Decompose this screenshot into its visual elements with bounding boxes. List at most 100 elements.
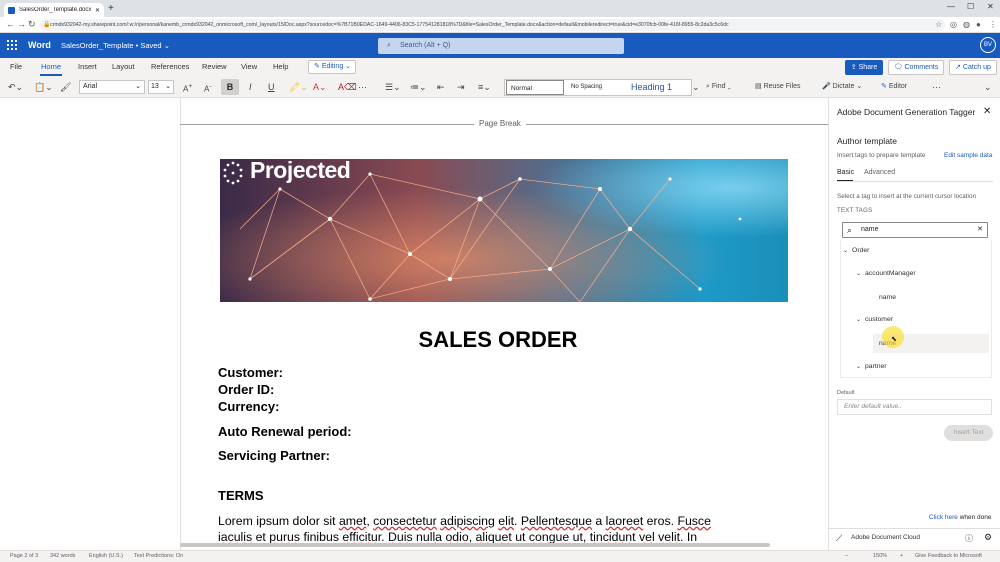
shrink-font-icon[interactable]: A-	[204, 80, 212, 94]
feedback-link[interactable]: Give Feedback to Microsoft	[915, 553, 982, 559]
chevron-down-icon: ⌄	[135, 83, 141, 90]
align-icon[interactable]: ≡⌄	[478, 80, 491, 94]
when-done-text: when done	[957, 514, 992, 521]
document-title: SALES ORDER	[418, 327, 578, 352]
underline-button[interactable]: U	[268, 80, 275, 94]
url-field[interactable]: 🔒 crmdx932042-my.sharepoint.com/:w:/r/pe…	[40, 19, 945, 31]
misspelled-word: aliquet	[475, 530, 512, 544]
more-options-icon[interactable]: ···	[932, 80, 941, 94]
bold-button[interactable]: B	[221, 79, 239, 95]
tree-node-partner[interactable]: ⌄ partner	[856, 363, 887, 370]
font-size-select[interactable]: 13 ⌄	[148, 80, 174, 94]
font-name-select[interactable]: Arial ⌄	[79, 80, 145, 94]
close-tab-icon[interactable]: ✕	[95, 7, 100, 14]
close-icon[interactable]: ✕	[983, 106, 991, 117]
style-heading-1[interactable]: Heading 1	[631, 80, 691, 95]
close-window-icon[interactable]: ✕	[987, 2, 994, 11]
text-predictions[interactable]: Text Predictions: On	[134, 553, 183, 559]
minimize-icon[interactable]: —	[947, 2, 955, 11]
profile-icon[interactable]: ●	[976, 20, 981, 29]
new-tab-button[interactable]: +	[108, 3, 114, 15]
tab-insert[interactable]: Insert	[78, 62, 97, 71]
comments-button[interactable]: 🗨 Comments	[888, 60, 944, 75]
document-name[interactable]: SalesOrder_Template • Saved ⌄	[61, 41, 170, 50]
tree-node-customer[interactable]: ⌄ customer	[856, 316, 893, 323]
avatar[interactable]: BV	[980, 37, 996, 53]
word-count[interactable]: 342 words	[50, 553, 75, 559]
zoom-out-icon[interactable]: −	[845, 553, 848, 559]
default-value-input[interactable]: Enter default value..	[837, 399, 992, 415]
tag-tree	[840, 240, 992, 378]
styles-gallery: Normal No Spacing Heading 1	[504, 79, 692, 96]
dictate-button[interactable]: 🎤 Dictate ⌄	[822, 80, 862, 94]
tree-node-account-manager[interactable]: ⌄ accountManager	[856, 270, 916, 277]
search-box[interactable]: ⌕ Search (Alt + Q)	[378, 38, 624, 54]
tree-node-label: accountManager	[865, 270, 916, 277]
chevron-down-icon[interactable]: ⌄	[984, 80, 992, 94]
editor-button[interactable]: ✎ Editor	[881, 80, 907, 94]
increase-indent-icon[interactable]: ⇥	[457, 80, 465, 94]
italic-button[interactable]: I	[249, 80, 252, 94]
zoom-in-icon[interactable]: +	[900, 553, 903, 559]
page-count[interactable]: Page 2 of 3	[10, 553, 38, 559]
mouse-pointer-icon: ⬉	[891, 336, 897, 343]
tab-basic[interactable]: Basic	[837, 169, 854, 176]
decrease-indent-icon[interactable]: ⇤	[437, 80, 445, 94]
highlight-icon[interactable]: 🖍⌄	[289, 80, 308, 94]
tab-file[interactable]: File	[10, 62, 22, 71]
clear-search-icon[interactable]: ✕	[977, 223, 983, 237]
more-icon[interactable]: ···	[358, 80, 367, 94]
tab-home[interactable]: Home	[41, 62, 61, 71]
back-icon[interactable]: ←	[6, 19, 15, 29]
clear-formatting-icon[interactable]: A⌫	[338, 80, 357, 94]
tag-search-input[interactable]: ⌕ name ✕	[842, 222, 988, 238]
gear-icon[interactable]: ⚙	[984, 532, 992, 543]
menu-icon[interactable]: ⋮	[989, 20, 997, 29]
catch-up-button[interactable]: ↗ Catch up	[949, 60, 997, 75]
grow-font-icon[interactable]: A+	[183, 80, 192, 94]
extension-icon[interactable]: ◎	[950, 20, 957, 29]
tab-references[interactable]: References	[151, 62, 189, 71]
tree-leaf-account-manager-name[interactable]: name	[879, 294, 896, 301]
word-favicon-icon	[8, 6, 15, 14]
reload-icon[interactable]: ↻	[28, 19, 36, 30]
maximize-icon[interactable]: ☐	[967, 2, 974, 11]
tab-view[interactable]: View	[241, 62, 257, 71]
chevron-down-icon: ⌄	[856, 317, 862, 323]
tab-review[interactable]: Review	[202, 62, 227, 71]
tree-node-order[interactable]: ⌄ Order	[843, 247, 869, 254]
share-button[interactable]: ⇪ Share	[845, 60, 883, 75]
zoom-level[interactable]: 150%	[873, 553, 887, 559]
format-painter-icon[interactable]: 🖌	[60, 80, 71, 94]
numbering-icon[interactable]: ≔⌄	[410, 80, 427, 94]
style-normal[interactable]: Normal	[506, 80, 564, 95]
horizontal-scrollbar[interactable]	[180, 543, 770, 547]
find-button[interactable]: ⌕ Find ⌄	[706, 80, 731, 94]
styles-expand-icon[interactable]: ⌄	[692, 80, 700, 94]
star-icon[interactable]: ☆	[935, 20, 942, 29]
app-launcher-icon[interactable]	[7, 40, 17, 50]
edit-sample-data-link[interactable]: Edit sample data	[944, 152, 992, 159]
font-color-icon[interactable]: A⌄	[313, 80, 327, 94]
misspelled-word: efficitur	[342, 530, 382, 544]
forward-icon[interactable]: →	[17, 19, 26, 29]
click-here-link[interactable]: Click here	[929, 514, 958, 521]
chevron-down-icon: ⌄	[856, 364, 862, 370]
bullets-icon[interactable]: ☰⌄	[385, 80, 401, 94]
language[interactable]: English (U.S.)	[89, 553, 123, 559]
paste-icon[interactable]: 📋⌄	[34, 80, 53, 94]
chevron-down-icon: ⌄	[843, 248, 849, 254]
browser-tab[interactable]: SalesOrder_Template.docx ✕	[4, 3, 104, 17]
tab-layout[interactable]: Layout	[112, 62, 135, 71]
editing-label: Editing	[321, 63, 344, 70]
style-no-spacing[interactable]: No Spacing	[569, 80, 627, 95]
extension2-icon[interactable]: ◍	[963, 20, 970, 29]
reuse-files-button[interactable]: ▤ Reuse Files	[755, 80, 801, 94]
tab-advanced[interactable]: Advanced	[864, 169, 895, 176]
undo-icon[interactable]: ↶⌄	[8, 80, 23, 94]
info-icon[interactable]: ⓘ	[965, 533, 973, 544]
tab-help[interactable]: Help	[273, 62, 288, 71]
insert-text-button[interactable]: Insert Text	[944, 425, 993, 441]
app-name[interactable]: Word	[28, 40, 51, 50]
editing-mode-button[interactable]: ✎ Editing ⌄	[308, 60, 356, 74]
